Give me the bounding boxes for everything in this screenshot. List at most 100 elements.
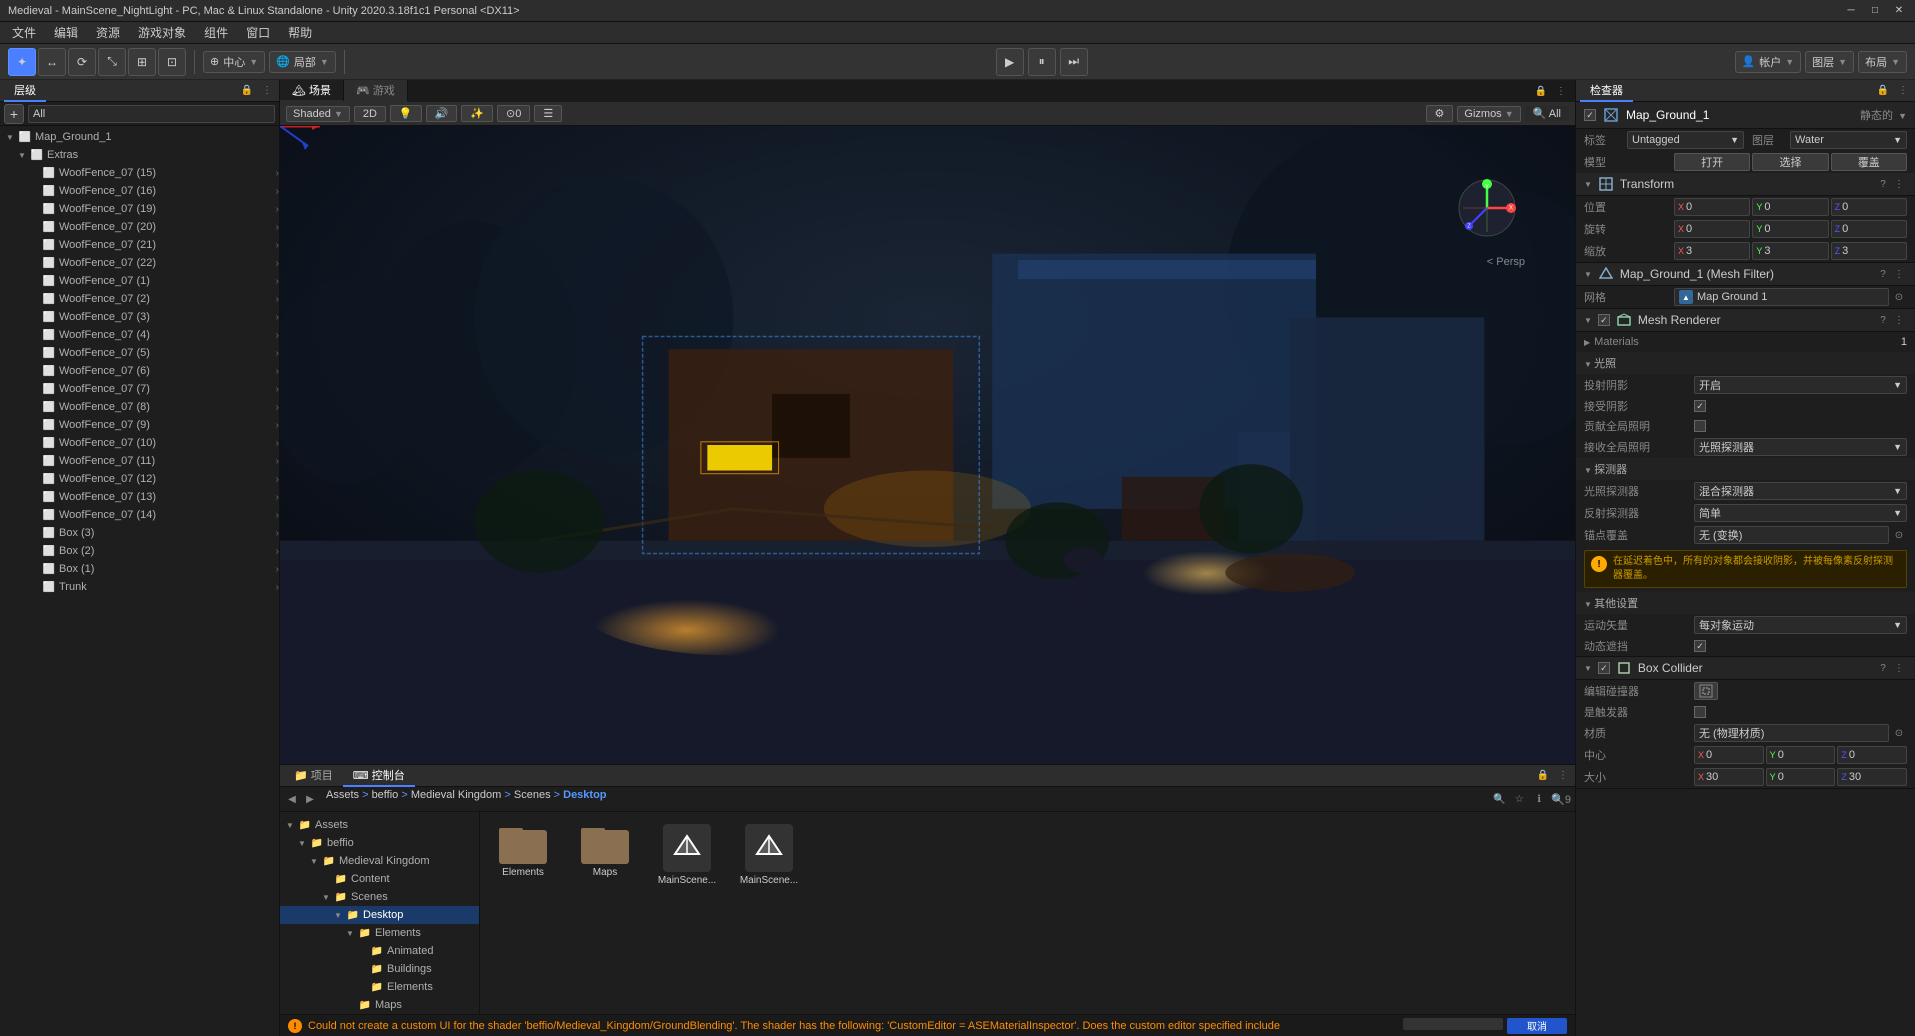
position-y[interactable]: Y 0 — [1752, 198, 1828, 216]
select-btn[interactable]: 选择 — [1752, 153, 1828, 171]
transform-more-icon[interactable]: ⋮ — [1891, 176, 1907, 192]
size-x[interactable]: X 30 — [1694, 768, 1764, 786]
file-elements[interactable]: Elements — [488, 820, 558, 890]
tree-item-box2[interactable]: ▶ ⬜ Box (2) › — [0, 542, 279, 560]
hide-toggle[interactable]: ⊙0 — [497, 105, 530, 122]
project-back-icon[interactable]: ◀ — [284, 791, 300, 807]
pivot-global-dropdown[interactable]: 🌐 局部 ▼ — [269, 51, 336, 73]
tree-item-fence7[interactable]: ▶ ⬜ WoofFence_07 (7) › — [0, 380, 279, 398]
center-z[interactable]: Z 0 — [1837, 746, 1907, 764]
tab-console[interactable]: ⌨ 控制台 — [343, 765, 415, 787]
mesh-renderer-header[interactable]: ▼ ✓ Mesh Renderer ? ⋮ — [1576, 309, 1915, 332]
rotate-tool[interactable]: ⟳ — [68, 48, 96, 76]
dynamic-occlusion-checkbox[interactable]: ✓ — [1694, 640, 1706, 652]
box-collider-more-icon[interactable]: ⋮ — [1891, 660, 1907, 676]
tree-item-box3[interactable]: ▶ ⬜ Box (3) › — [0, 524, 279, 542]
file-maps[interactable]: Maps — [570, 820, 640, 890]
maximize-button[interactable]: □ — [1867, 3, 1883, 19]
menu-edit[interactable]: 编辑 — [46, 22, 86, 43]
menu-assets[interactable]: 资源 — [88, 22, 128, 43]
menu-component[interactable]: 组件 — [196, 22, 236, 43]
effects-button[interactable]: ✨ — [461, 105, 493, 122]
open-btn[interactable]: 打开 — [1674, 153, 1750, 171]
tag-value[interactable]: Untagged ▼ — [1627, 131, 1744, 149]
scene-menu-icon[interactable]: ⋮ — [1553, 83, 1569, 99]
box-collider-checkbox[interactable]: ✓ — [1598, 662, 1610, 674]
scene-settings-icon[interactable]: ⚙ — [1426, 105, 1454, 122]
anchor-select-icon[interactable]: ⊙ — [1891, 527, 1907, 543]
tree-item-fence13[interactable]: ▶ ⬜ WoofFence_07 (13) › — [0, 488, 279, 506]
breadcrumb-desktop[interactable]: Desktop — [563, 789, 606, 801]
tree-content[interactable]: ▶ 📁 Content — [280, 870, 479, 888]
tree-item-fence2[interactable]: ▶ ⬜ WoofFence_07 (2) › — [0, 290, 279, 308]
mesh-filter-more-icon[interactable]: ⋮ — [1891, 266, 1907, 282]
tree-item-fence9[interactable]: ▶ ⬜ WoofFence_07 (9) › — [0, 416, 279, 434]
search-filter-icon[interactable]: 🔍 — [1491, 791, 1507, 807]
account-dropdown[interactable]: 👤 帐户 ▼ — [1735, 51, 1802, 73]
other-settings-label[interactable]: ▼ 其他设置 — [1576, 592, 1915, 614]
scale-z[interactable]: Z 3 — [1831, 242, 1907, 260]
layer-value[interactable]: Water ▼ — [1790, 131, 1907, 149]
position-z[interactable]: Z 0 — [1831, 198, 1907, 216]
scale-x[interactable]: X 3 — [1674, 242, 1750, 260]
lighting-button[interactable]: 💡 — [390, 105, 422, 122]
transform-help-icon[interactable]: ? — [1875, 176, 1891, 192]
tree-item-fence15[interactable]: ▶ ⬜ WoofFence_07 (15) › — [0, 164, 279, 182]
center-x[interactable]: X 0 — [1694, 746, 1764, 764]
tree-item-fence19[interactable]: ▶ ⬜ WoofFence_07 (19) › — [0, 200, 279, 218]
anchor-value[interactable]: 无 (变换) — [1694, 526, 1889, 544]
tree-item-fence16[interactable]: ▶ ⬜ WoofFence_07 (16) › — [0, 182, 279, 200]
edit-collider-btn[interactable] — [1694, 682, 1718, 700]
play-button[interactable]: ▶ — [996, 48, 1024, 76]
rect-tool[interactable]: ⊞ — [128, 48, 156, 76]
collider-material-value[interactable]: 无 (物理材质) — [1694, 724, 1889, 742]
size-z[interactable]: Z 30 — [1837, 768, 1907, 786]
box-collider-help-icon[interactable]: ? — [1875, 660, 1891, 676]
center-y[interactable]: Y 0 — [1766, 746, 1836, 764]
mesh-renderer-more-icon[interactable]: ⋮ — [1891, 312, 1907, 328]
tree-desktop[interactable]: ▼ 📁 Desktop — [280, 906, 479, 924]
scene-search-box[interactable]: 🔍 All — [1525, 106, 1569, 121]
tree-item-fence21[interactable]: ▶ ⬜ WoofFence_07 (21) › — [0, 236, 279, 254]
menu-file[interactable]: 文件 — [4, 22, 44, 43]
tree-elements2[interactable]: ▶ 📁 Elements — [280, 978, 479, 996]
tree-assets[interactable]: ▼ 📁 Assets — [280, 816, 479, 834]
tree-item-fence11[interactable]: ▶ ⬜ WoofFence_07 (11) › — [0, 452, 279, 470]
tree-medieval[interactable]: ▼ 📁 Medieval Kingdom — [280, 852, 479, 870]
tree-item-map-ground[interactable]: ▼ ⬜ Map_Ground_1 — [0, 128, 279, 146]
receive-shadows-checkbox[interactable]: ✓ — [1694, 400, 1706, 412]
tree-item-fence12[interactable]: ▶ ⬜ WoofFence_07 (12) › — [0, 470, 279, 488]
tree-elements[interactable]: ▼ 📁 Elements — [280, 924, 479, 942]
box-collider-header[interactable]: ▼ ✓ Box Collider ? ⋮ — [1576, 657, 1915, 680]
tree-item-fence6[interactable]: ▶ ⬜ WoofFence_07 (6) › — [0, 362, 279, 380]
layout-dropdown[interactable]: 布局 ▼ — [1858, 51, 1907, 73]
lighting-section-label[interactable]: ▼ 光照 — [1576, 352, 1915, 374]
reflection-probes-value[interactable]: 简单 ▼ — [1694, 504, 1907, 522]
breadcrumb-assets[interactable]: Assets — [326, 789, 359, 801]
menu-gameobject[interactable]: 游戏对象 — [130, 22, 194, 43]
shading-mode-dropdown[interactable]: Shaded ▼ — [286, 106, 350, 122]
tree-item-fence10[interactable]: ▶ ⬜ WoofFence_07 (10) › — [0, 434, 279, 452]
audio-button[interactable]: 🔊 — [426, 105, 458, 122]
cover-btn[interactable]: 覆盖 — [1831, 153, 1907, 171]
tree-item-fence22[interactable]: ▶ ⬜ WoofFence_07 (22) › — [0, 254, 279, 272]
menu-window[interactable]: 窗口 — [238, 22, 278, 43]
file-mainscene2[interactable]: MainScene... — [734, 820, 804, 890]
rotation-y[interactable]: Y 0 — [1752, 220, 1828, 238]
hierarchy-search-input[interactable] — [28, 105, 275, 123]
tree-beffio[interactable]: ▼ 📁 beffio — [280, 834, 479, 852]
move-tool[interactable]: ↔ — [38, 48, 66, 76]
menu-help[interactable]: 帮助 — [280, 22, 320, 43]
rotation-x[interactable]: X 0 — [1674, 220, 1750, 238]
tree-buildings[interactable]: ▶ 📁 Buildings — [280, 960, 479, 978]
scale-tool[interactable]: ⤡ — [98, 48, 126, 76]
mesh-filter-help-icon[interactable]: ? — [1875, 266, 1891, 282]
scene-lock-icon[interactable]: 🔒 — [1533, 83, 1549, 99]
mesh-renderer-help-icon[interactable]: ? — [1875, 312, 1891, 328]
breadcrumb-scenes[interactable]: Scenes — [514, 789, 551, 801]
hand-tool[interactable]: ✦ — [8, 48, 36, 76]
inspector-menu-icon[interactable]: ⋮ — [1895, 83, 1911, 99]
project-forward-icon[interactable]: ▶ — [302, 791, 318, 807]
tree-maps[interactable]: ▶ 📁 Maps — [280, 996, 479, 1014]
project-lock-icon[interactable]: 🔒 — [1535, 768, 1551, 784]
